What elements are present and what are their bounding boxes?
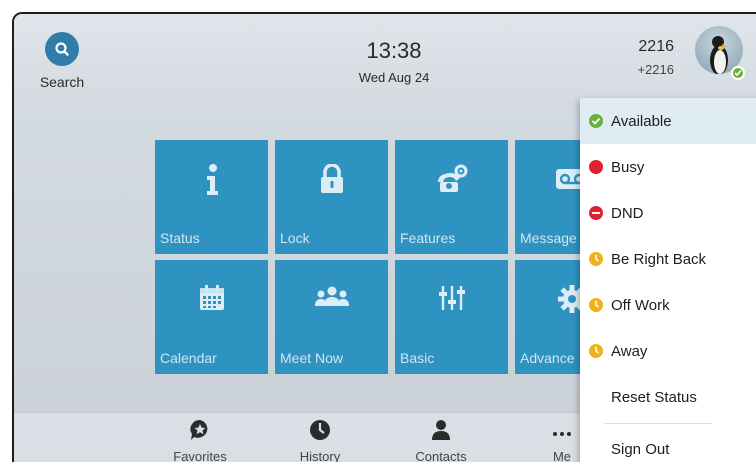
search-button[interactable] xyxy=(45,32,79,66)
tile-features[interactable]: Features xyxy=(395,140,508,254)
tile-calendar[interactable]: Calendar xyxy=(155,260,268,374)
tile-label: Meet Now xyxy=(280,350,344,366)
home-screen: Search 13:38 Wed Aug 24 2216 +2216 Statu… xyxy=(14,14,756,462)
status-item-busy[interactable]: Busy xyxy=(580,144,756,190)
person-icon xyxy=(432,420,450,440)
search-control[interactable]: Search xyxy=(32,32,92,90)
sign-out-button[interactable]: Sign Out xyxy=(580,426,756,462)
presence-badge xyxy=(731,66,745,80)
tile-lock[interactable]: Lock xyxy=(275,140,388,254)
nav-contacts[interactable]: Contacts xyxy=(386,417,496,462)
status-item-available[interactable]: Available xyxy=(580,98,756,144)
nav-label: History xyxy=(299,449,341,462)
nav-label: Contacts xyxy=(415,449,467,462)
clock-status-icon xyxy=(589,344,603,358)
status-item-dnd[interactable]: DND xyxy=(580,190,756,236)
nav-history[interactable]: History xyxy=(265,417,375,462)
status-item-label: DND xyxy=(611,204,644,222)
menu-divider xyxy=(604,423,712,424)
tile-meet-now[interactable]: Meet Now xyxy=(275,260,388,374)
info-icon xyxy=(206,164,218,195)
date-display: Wed Aug 24 xyxy=(358,70,430,85)
dnd-status-icon xyxy=(589,206,603,220)
more-icon xyxy=(553,432,571,436)
clock-status-icon xyxy=(589,252,603,266)
tile-basic[interactable]: Basic xyxy=(395,260,508,374)
sign-out-label: Sign Out xyxy=(611,440,670,458)
nav-favorites[interactable]: Favorites xyxy=(145,417,255,462)
status-item-away[interactable]: Away xyxy=(580,328,756,374)
time-display: 13:38 xyxy=(366,38,422,63)
busy-status-icon xyxy=(589,160,603,174)
phone-gear-icon xyxy=(437,164,467,192)
tile-status[interactable]: Status xyxy=(155,140,268,254)
tile-label: Message xyxy=(520,230,577,246)
lock-icon xyxy=(320,164,343,193)
status-item-label: Off Work xyxy=(611,296,670,314)
check-icon xyxy=(734,69,742,77)
status-item-label: Available xyxy=(611,112,672,130)
tile-label: Advance xyxy=(520,350,575,366)
clock-icon xyxy=(310,420,330,440)
status-item-label: Away xyxy=(611,342,648,360)
reset-status-button[interactable]: Reset Status xyxy=(580,374,756,420)
star-bubble-icon xyxy=(190,419,208,440)
status-item-label: Busy xyxy=(611,158,645,176)
tile-label: Basic xyxy=(400,350,435,366)
account-info: 2216 +2216 xyxy=(637,38,674,77)
tile-label: Lock xyxy=(280,230,310,246)
status-item-off-work[interactable]: Off Work xyxy=(580,282,756,328)
status-menu: Available Busy DND Be Right Back Off Wor… xyxy=(580,98,756,462)
phone-screen-frame: Search 13:38 Wed Aug 24 2216 +2216 Statu… xyxy=(12,12,756,462)
sliders-icon xyxy=(438,286,465,310)
account-number: +2216 xyxy=(637,62,674,77)
group-icon xyxy=(314,286,349,306)
status-item-be-right-back[interactable]: Be Right Back xyxy=(580,236,756,282)
available-status-icon xyxy=(589,114,603,128)
account-name: 2216 xyxy=(638,38,674,55)
status-item-label: Be Right Back xyxy=(611,250,707,268)
search-label: Search xyxy=(39,74,85,90)
tile-label: Calendar xyxy=(160,350,217,366)
clock: 13:38 Wed Aug 24 xyxy=(314,38,474,85)
clock-status-icon xyxy=(589,298,603,312)
calendar-icon xyxy=(199,285,224,310)
search-icon xyxy=(55,42,69,56)
tile-label: Status xyxy=(160,230,200,246)
tile-label: Features xyxy=(400,230,456,246)
reset-status-label: Reset Status xyxy=(611,388,697,406)
nav-label: Favorites xyxy=(173,449,227,462)
